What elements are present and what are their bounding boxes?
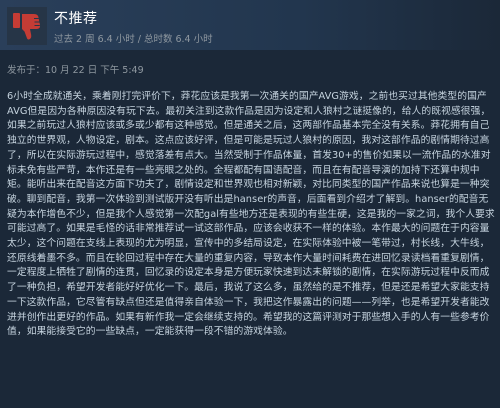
review-verdict: 不推荐: [54, 11, 98, 27]
review-body: 6小时全成就通关，乘着刚打完评价下，莽花应该是我第一次通关的国产AVG游戏，之前…: [7, 91, 495, 338]
review-header: 不推荐 过去 2 周 6.4 小时 / 总时数 6.4 小时: [0, 0, 500, 50]
thumbs-down-icon: [7, 7, 47, 45]
playtime-summary: 过去 2 周 6.4 小时 / 总时数 6.4 小时: [54, 34, 213, 45]
posted-date: 发布于：10 月 22 日 下午 5:49: [7, 65, 144, 76]
